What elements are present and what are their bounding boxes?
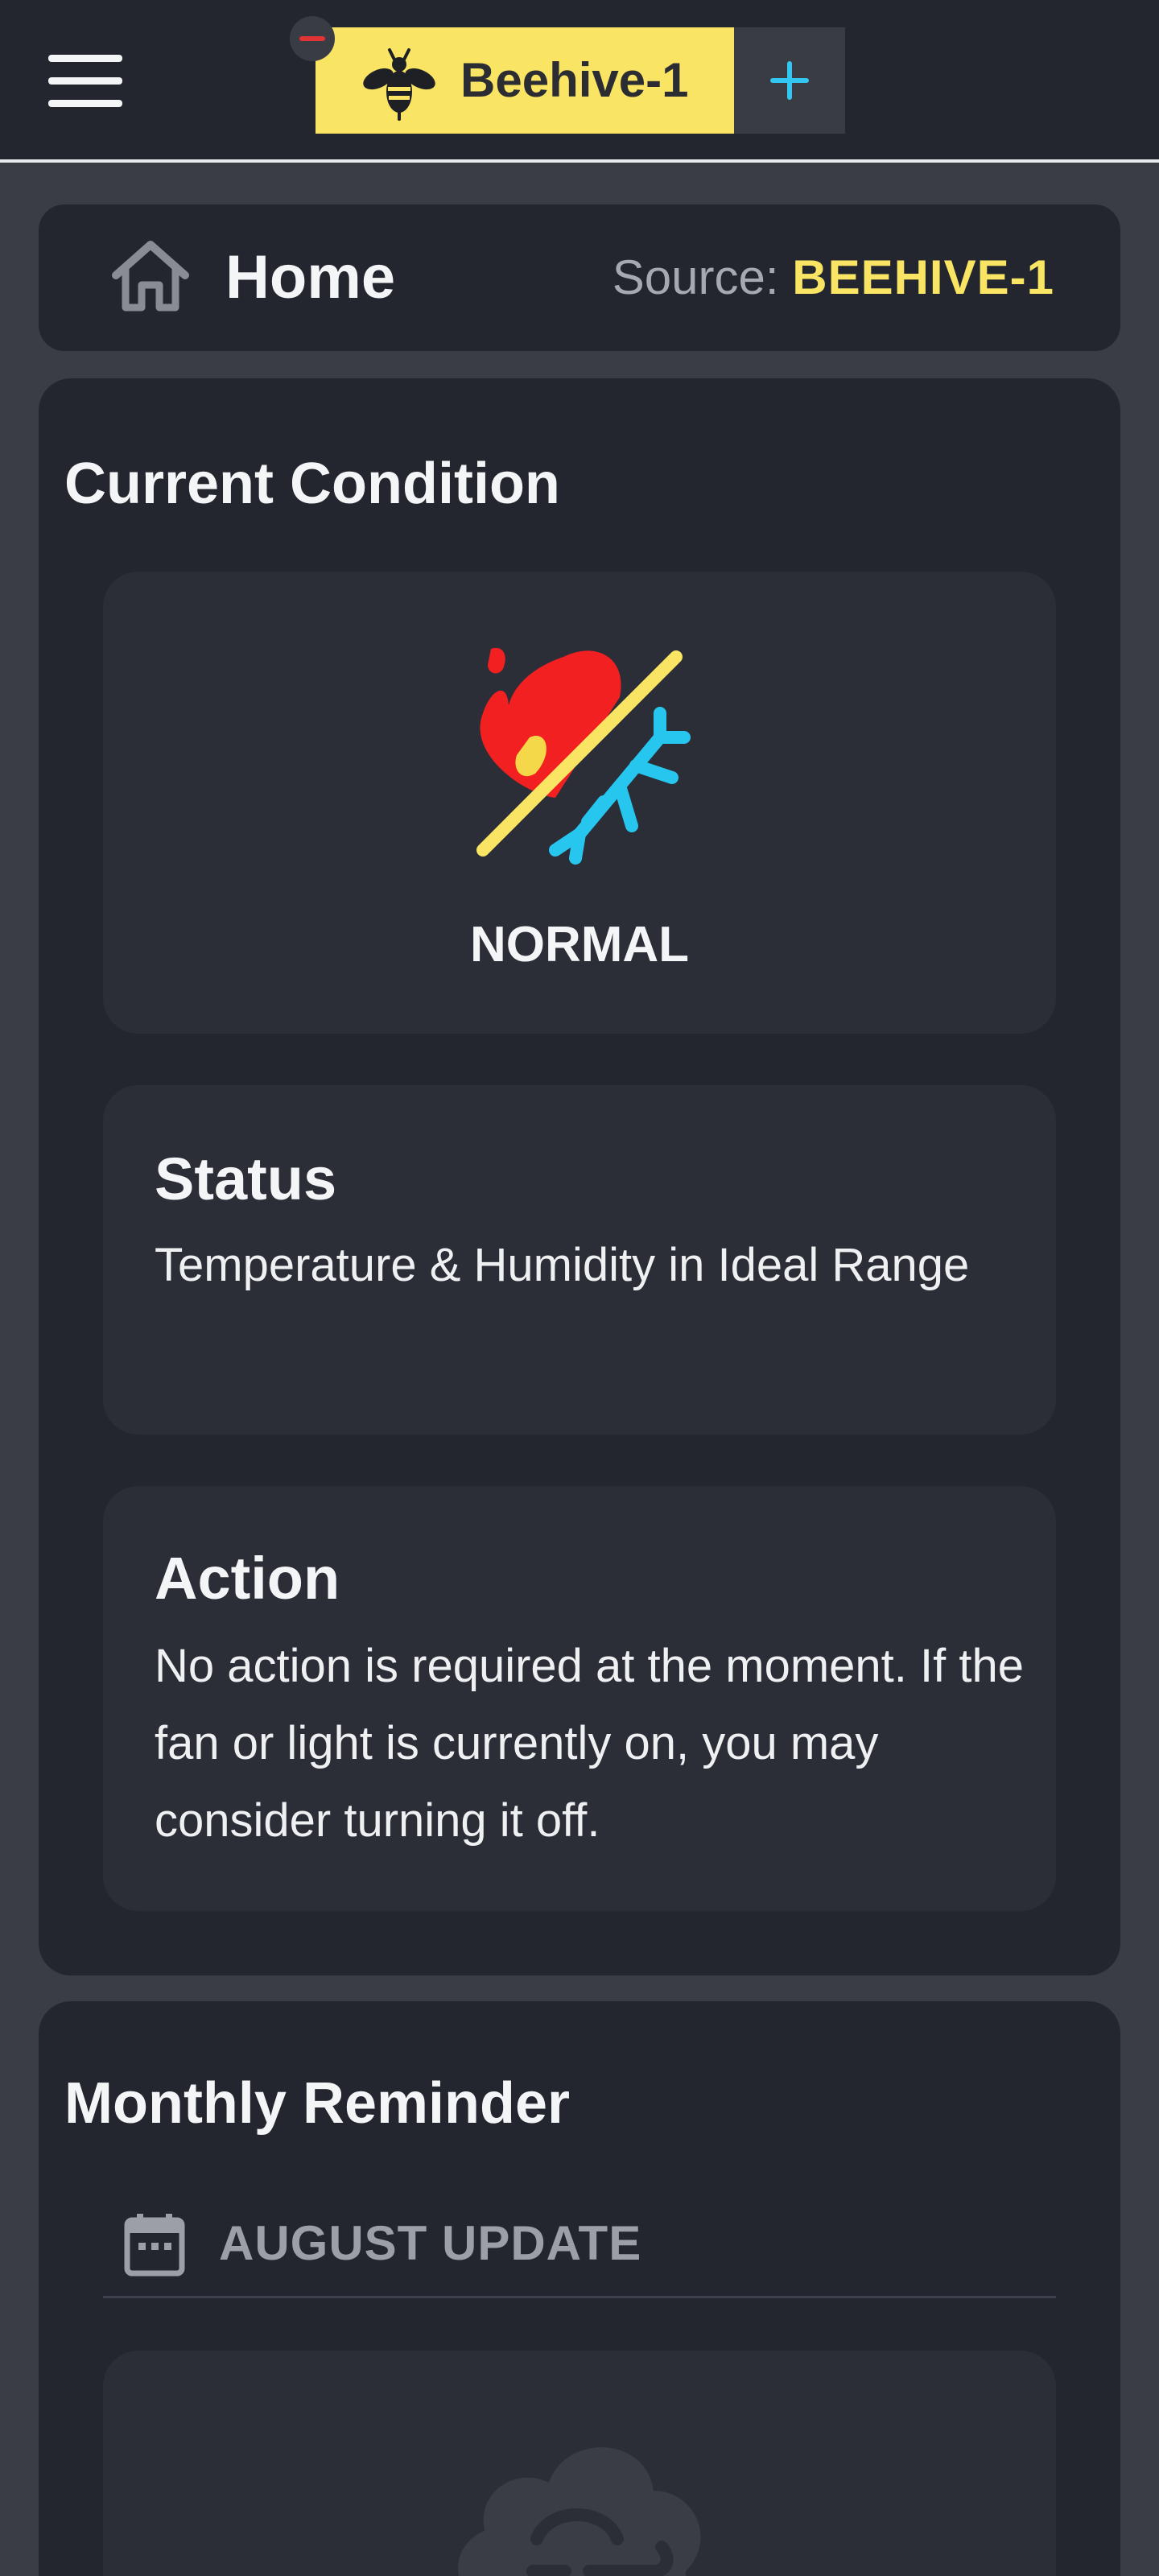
status-heading: Status xyxy=(155,1146,337,1212)
top-bar: Beehive-1 xyxy=(0,0,1159,163)
source-value: BEEHIVE-1 xyxy=(792,250,1054,304)
page-title: Home xyxy=(225,243,396,312)
bee-icon xyxy=(363,48,435,121)
tab-beehive-1[interactable]: Beehive-1 xyxy=(316,27,734,134)
hot-cold-icon xyxy=(476,647,691,865)
tab-label: Beehive-1 xyxy=(460,53,689,107)
home-icon xyxy=(112,241,189,312)
hamburger-menu-icon[interactable] xyxy=(48,55,122,107)
action-heading: Action xyxy=(155,1545,340,1612)
calendar-icon xyxy=(124,2214,185,2277)
remove-tab-button[interactable] xyxy=(290,16,335,61)
source-indicator: Source: BEEHIVE-1 xyxy=(612,204,1054,351)
source-label: Source: xyxy=(612,250,779,304)
divider xyxy=(103,2296,1056,2298)
monthly-reminder-title: Monthly Reminder xyxy=(64,2071,571,2136)
add-tab-button[interactable] xyxy=(734,27,845,134)
current-condition-title: Current Condition xyxy=(64,452,560,516)
cloud-icon xyxy=(458,2447,701,2576)
action-text: No action is required at the moment. If … xyxy=(155,1640,1024,1847)
update-label: AUGUST UPDATE xyxy=(219,2216,642,2270)
status-text: Temperature & Humidity in Ideal Range xyxy=(155,1239,970,1291)
page-header: Home Source: BEEHIVE-1 xyxy=(39,204,1120,351)
condition-state: NORMAL xyxy=(469,917,690,972)
